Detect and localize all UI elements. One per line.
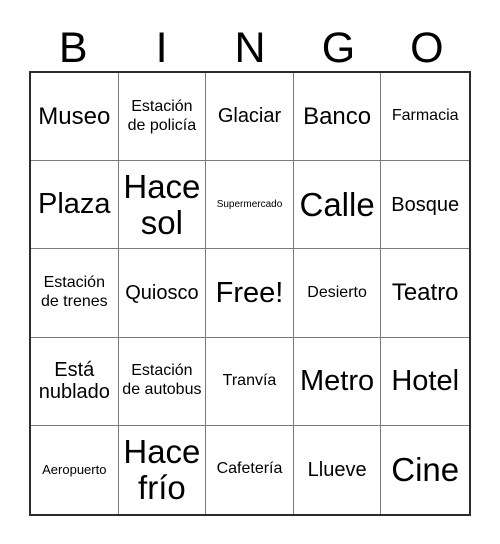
bingo-cell[interactable]: Hace sol xyxy=(118,161,207,250)
bingo-cell-label: Estación de policía xyxy=(127,97,197,134)
bingo-cell-label: Está nublado xyxy=(38,358,110,404)
bingo-cell[interactable]: Farmacia xyxy=(381,73,469,162)
bingo-cell[interactable]: Llueve xyxy=(293,425,382,514)
bingo-cell[interactable]: Desierto xyxy=(293,249,382,338)
bingo-cell-label: Tranvía xyxy=(222,371,277,389)
bingo-cell[interactable]: Plaza xyxy=(31,161,119,250)
bingo-cell[interactable]: Hace frío xyxy=(118,425,207,514)
bingo-cell-label: Banco xyxy=(303,103,372,130)
bingo-header-letter-g: G xyxy=(321,24,356,72)
bingo-cell[interactable]: Supermercado xyxy=(206,161,294,250)
bingo-grid: Museo Estación de policía Glaciar Banco Farm… xyxy=(29,71,471,516)
bingo-cell-label: Desierto xyxy=(307,283,367,301)
bingo-cell[interactable]: Calle xyxy=(293,161,382,250)
bingo-cell[interactable]: Quiosco xyxy=(118,249,207,338)
bingo-cell[interactable]: Banco xyxy=(293,73,382,162)
bingo-header-row: B I N G O xyxy=(29,14,471,71)
bingo-cell-label: Bosque xyxy=(391,193,460,216)
bingo-cell-label: Hace frío xyxy=(123,433,201,506)
bingo-cell[interactable]: Estación de policía xyxy=(118,73,207,162)
bingo-cell-label: Metro xyxy=(300,364,375,397)
bingo-card: B I N G O Museo Estación de policía Glacia… xyxy=(0,0,500,544)
bingo-cell-label: Estación de autobus xyxy=(122,362,202,399)
bingo-cell-label: Supermercado xyxy=(216,198,283,210)
bingo-cell-label: Aeropuerto xyxy=(42,462,107,478)
bingo-cell-label: Museo xyxy=(38,103,111,130)
bingo-cell[interactable]: Cafetería xyxy=(206,425,294,514)
bingo-cell[interactable]: Metro xyxy=(293,337,382,426)
bingo-cell-label: Glaciar xyxy=(217,105,282,128)
bingo-cell-label: Estación de trenes xyxy=(40,274,108,310)
bingo-cell-label: Plaza xyxy=(38,188,111,221)
bingo-header-letter-o: O xyxy=(410,24,444,72)
bingo-cell[interactable]: Bosque xyxy=(381,161,469,250)
bingo-cell-label: Farmacia xyxy=(391,107,459,125)
bingo-cell[interactable]: Museo xyxy=(31,73,119,162)
bingo-cell[interactable]: Tranvía xyxy=(206,337,294,426)
bingo-cell[interactable]: Teatro xyxy=(381,249,469,338)
bingo-cell-label: Teatro xyxy=(391,279,459,307)
bingo-cell-label: Cafetería xyxy=(216,460,283,478)
bingo-cell-label: Calle xyxy=(299,185,375,223)
bingo-cell[interactable]: Hotel xyxy=(381,337,469,426)
bingo-cell-label: Quiosco xyxy=(125,281,199,304)
bingo-cell-label: Hotel xyxy=(391,364,460,397)
bingo-cell-label: Free! xyxy=(215,276,284,309)
bingo-cell[interactable]: Estación de trenes xyxy=(31,249,119,338)
bingo-cell-label: Llueve xyxy=(307,458,367,481)
bingo-cell[interactable]: Está nublado xyxy=(31,337,119,426)
bingo-cell[interactable]: Estación de autobus xyxy=(118,337,207,426)
bingo-header-letter-b: B xyxy=(58,24,88,72)
bingo-cell-label: Cine xyxy=(391,451,460,489)
bingo-header-letter-n: N xyxy=(234,24,266,72)
bingo-cell-label: Hace sol xyxy=(123,168,201,241)
bingo-free-cell[interactable]: Free! xyxy=(206,249,294,338)
bingo-cell[interactable]: Glaciar xyxy=(206,73,294,162)
bingo-cell[interactable]: Aeropuerto xyxy=(31,425,119,514)
bingo-header-letter-i: I xyxy=(155,24,168,72)
bingo-cell[interactable]: Cine xyxy=(381,425,469,514)
